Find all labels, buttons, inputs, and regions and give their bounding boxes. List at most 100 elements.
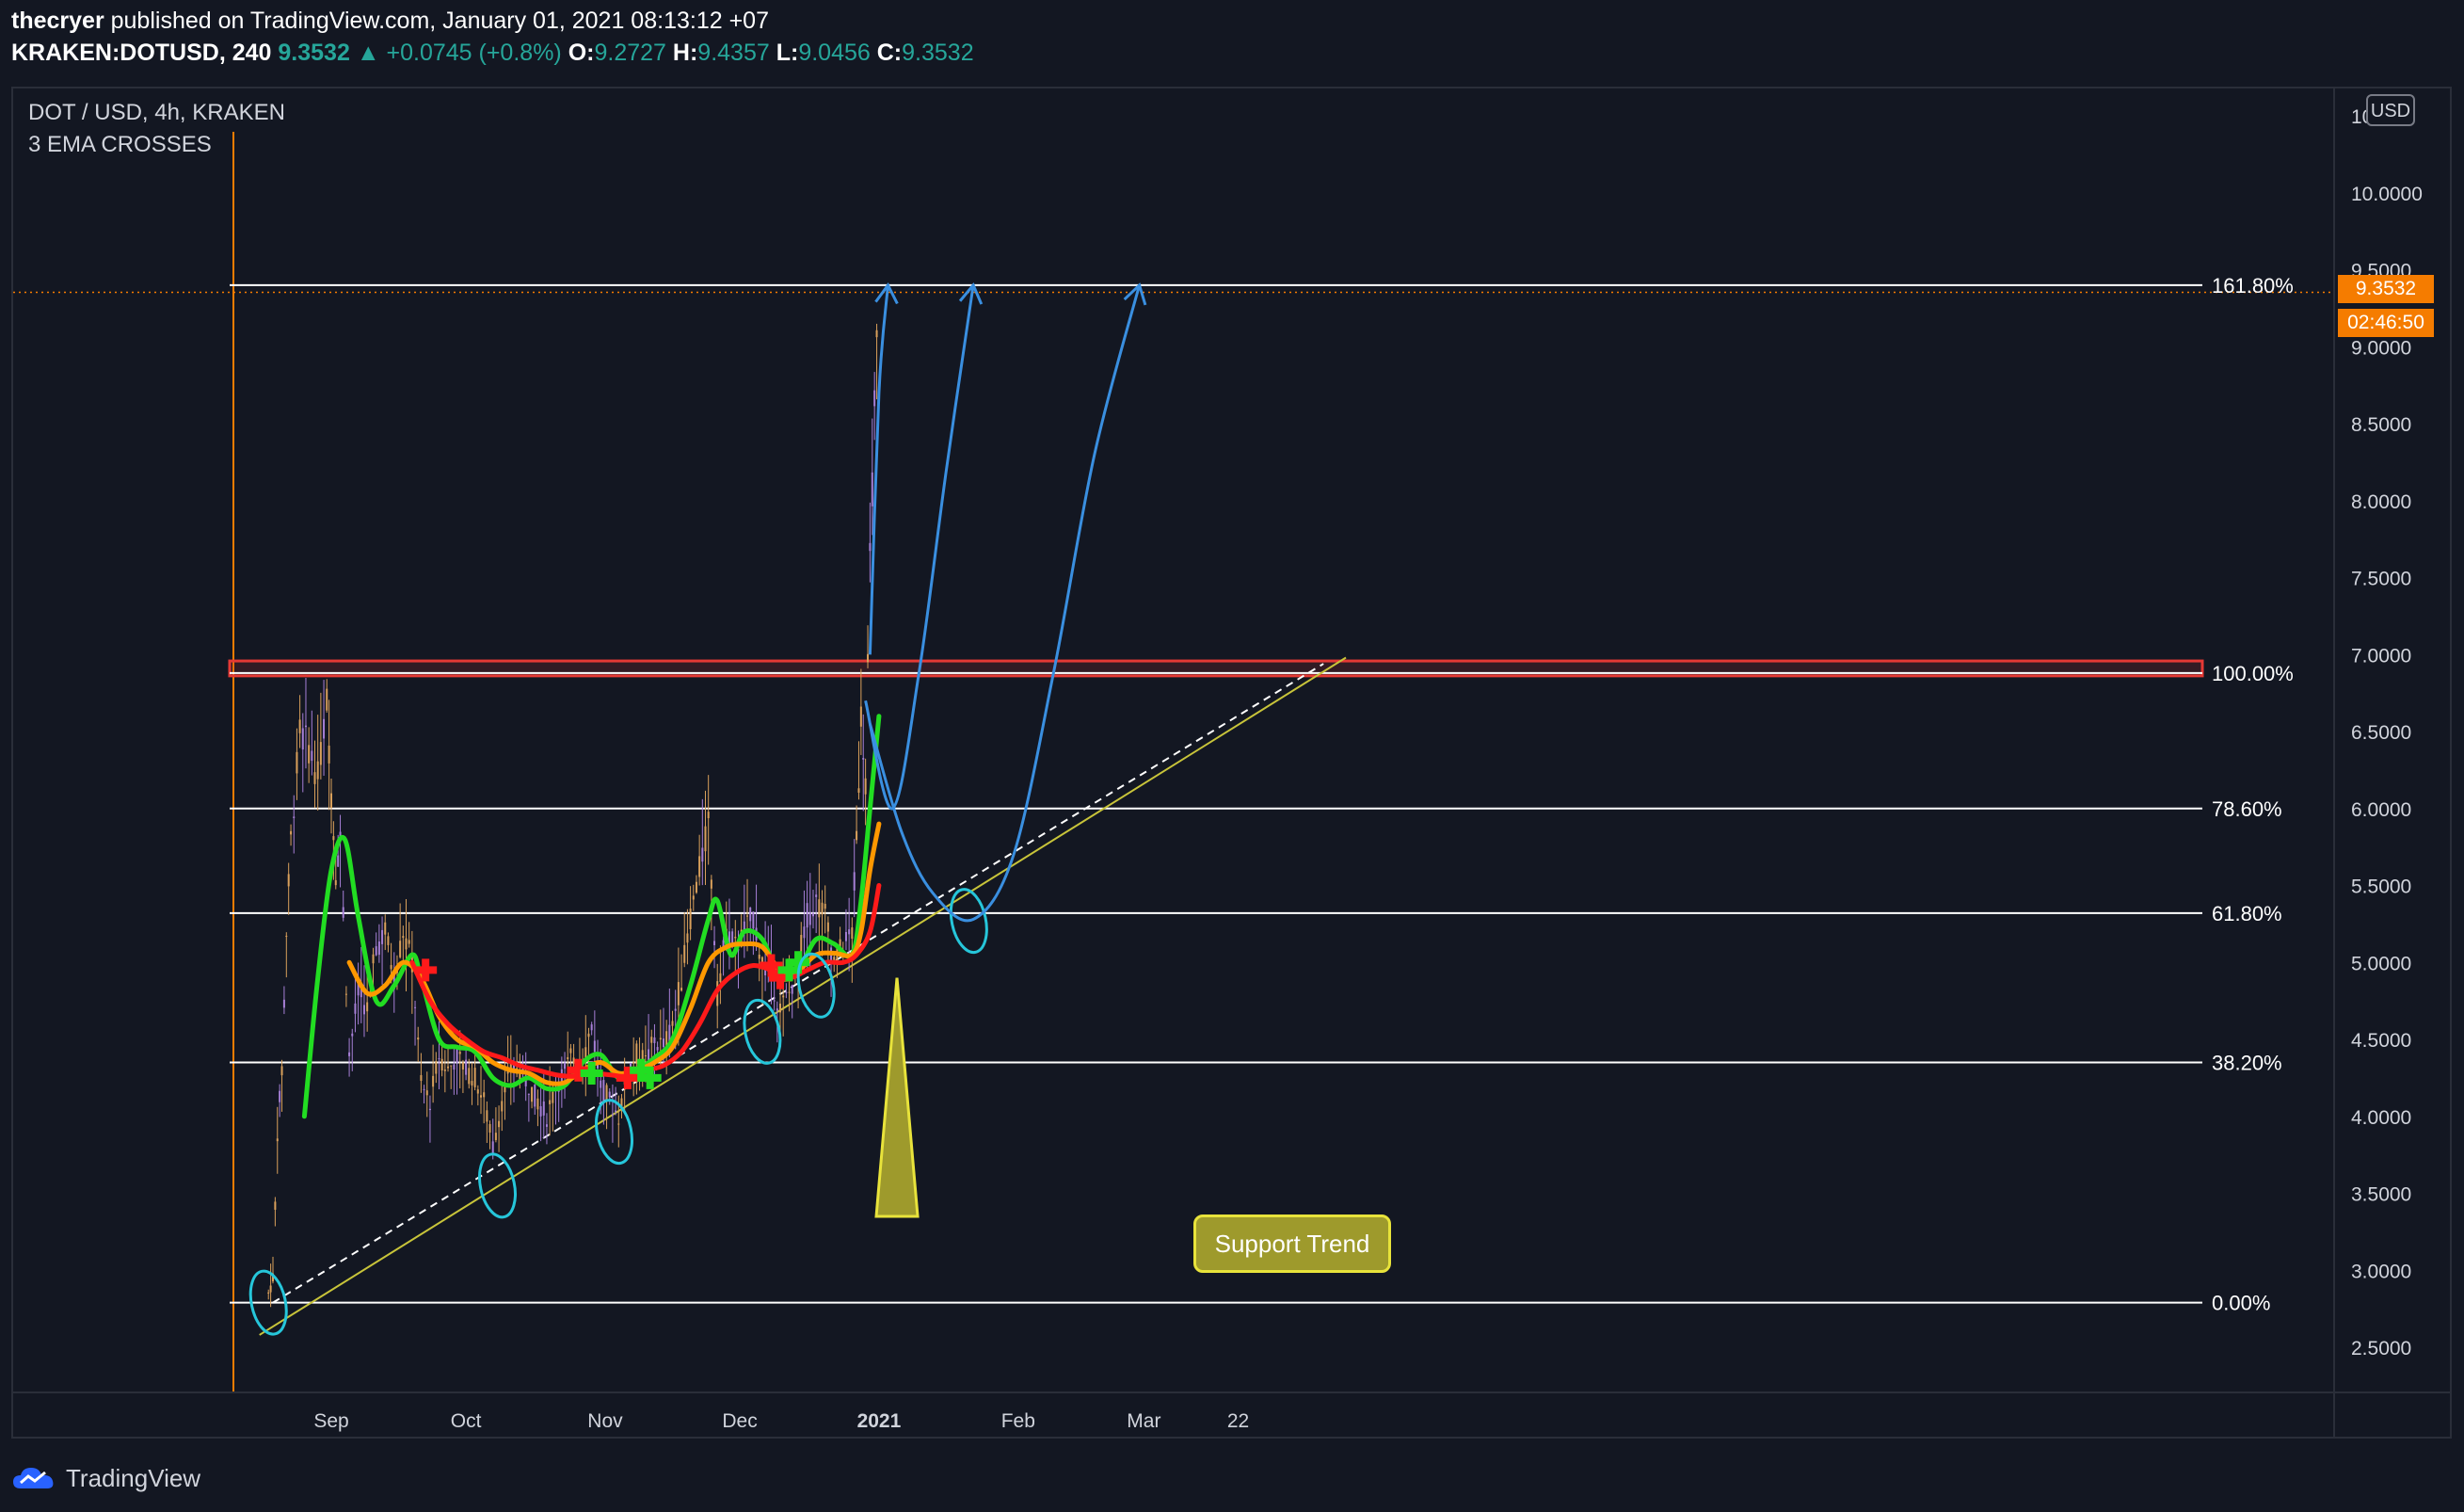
candle-body	[815, 894, 818, 897]
price-candles	[267, 323, 878, 1308]
candle-body	[402, 936, 405, 939]
chart-canvas[interactable]: 161.80% 100.00% 78.60% 61.80% 38.20% 0.00% 10…	[0, 0, 2464, 1512]
touch-circle[interactable]	[591, 1097, 637, 1166]
price-tick-label: 4.0000	[2351, 1107, 2411, 1129]
candle-body	[590, 1024, 593, 1031]
price-tick-label: 6.0000	[2351, 799, 2411, 821]
candle-body	[635, 1043, 638, 1064]
candle-body	[372, 954, 375, 964]
candle-body	[267, 1292, 270, 1294]
candle-body	[323, 718, 326, 739]
candle-body	[334, 879, 337, 886]
candle-body	[468, 1068, 471, 1085]
candle-body	[824, 904, 826, 909]
candle-body	[701, 847, 704, 862]
time-tick-label: Dec	[722, 1410, 757, 1432]
candle-body	[683, 944, 686, 963]
candle-body	[650, 1037, 653, 1043]
fib-label: 100.00%	[2212, 662, 2294, 685]
price-tick-label: 8.5000	[2351, 414, 2411, 436]
candle-body	[867, 653, 870, 663]
candle-body	[344, 993, 347, 995]
candle-body	[710, 879, 712, 889]
candle-body	[808, 911, 811, 925]
tradingview-wordmark: TradingView	[66, 1463, 201, 1492]
candle-body	[803, 926, 806, 939]
candle-body	[851, 927, 854, 940]
candle-body	[276, 1138, 279, 1142]
candle-body	[680, 988, 683, 991]
candle-body	[319, 742, 322, 765]
candle-body	[328, 745, 330, 764]
candle-body	[298, 719, 301, 733]
candle-body	[453, 1064, 456, 1070]
candle-body	[342, 907, 344, 918]
candle-body	[593, 1040, 596, 1053]
candle-body	[293, 816, 296, 818]
touch-circle[interactable]	[739, 997, 785, 1067]
ema-cross-marker	[580, 1061, 603, 1085]
candle-body	[461, 1062, 464, 1070]
candle-body	[653, 1037, 656, 1044]
candle-body	[326, 688, 328, 711]
candle-body	[390, 965, 392, 970]
candle-body	[458, 1052, 461, 1054]
candle-body	[381, 929, 384, 944]
projection-curve[interactable]	[868, 284, 1142, 923]
candle-body	[296, 751, 298, 774]
annotation-pointer[interactable]	[874, 977, 920, 1218]
candle-body	[785, 991, 788, 993]
candle-body	[833, 957, 836, 960]
candle-body	[856, 830, 858, 841]
candle-body	[531, 1086, 534, 1102]
price-tick-label: 3.0000	[2351, 1261, 2411, 1282]
candle-body	[686, 933, 689, 943]
time-tick-label: Feb	[1001, 1410, 1035, 1432]
fibonacci-levels[interactable]: 161.80% 100.00% 78.60% 61.80% 38.20% 0.00%	[13, 132, 2333, 1391]
price-tick-label: 10.0000	[2351, 184, 2423, 205]
time-axis[interactable]: Sep Oct Nov Dec 2021 Feb Mar 22	[313, 1410, 1249, 1432]
candle-body	[450, 1065, 453, 1067]
currency-button[interactable]: USD	[2366, 94, 2415, 126]
candle-body	[602, 1080, 605, 1102]
candle-body	[423, 1088, 425, 1090]
tradingview-logo[interactable]: TradingView	[11, 1461, 200, 1495]
candle-body	[704, 826, 707, 852]
candle-body	[465, 1059, 468, 1075]
price-tick-label: 6.5000	[2351, 722, 2411, 744]
candle-body	[279, 1090, 281, 1102]
candle-body	[432, 1075, 435, 1087]
candle-body	[447, 1066, 450, 1069]
candle-body	[304, 725, 307, 728]
candle-body	[280, 1066, 283, 1076]
time-tick-label: Oct	[451, 1410, 482, 1432]
candle-body	[844, 931, 847, 941]
candle-body	[695, 881, 697, 893]
candle-body	[473, 1068, 476, 1087]
support-trend-annotation[interactable]: Support Trend	[1193, 1214, 1391, 1273]
candle-body	[354, 1003, 357, 1014]
candle-body	[853, 872, 856, 891]
candle-body	[337, 855, 340, 867]
ema-fast-line	[301, 714, 882, 1119]
candle-body	[857, 788, 860, 793]
price-tick-label: 5.5000	[2351, 877, 2411, 898]
candle-body	[746, 915, 749, 917]
candle-body	[313, 772, 316, 784]
price-tick-label: 2.5000	[2351, 1338, 2411, 1359]
price-tick-label: 5.0000	[2351, 953, 2411, 974]
candle-body	[752, 911, 755, 929]
candle-body	[408, 940, 410, 944]
candle-body	[869, 542, 872, 552]
candle-body	[773, 1000, 776, 1002]
candle-body	[776, 1008, 778, 1011]
candle-body	[545, 1124, 548, 1127]
time-tick-label: Sep	[313, 1410, 348, 1432]
indicator-name[interactable]: 3 EMA CROSSES	[28, 132, 212, 158]
candle-body	[480, 1095, 482, 1098]
candle-body	[488, 1123, 491, 1133]
candle-body	[564, 1062, 567, 1070]
projection-arrows[interactable]	[864, 281, 1147, 923]
candle-body	[871, 472, 873, 507]
candle-body	[605, 1085, 608, 1102]
